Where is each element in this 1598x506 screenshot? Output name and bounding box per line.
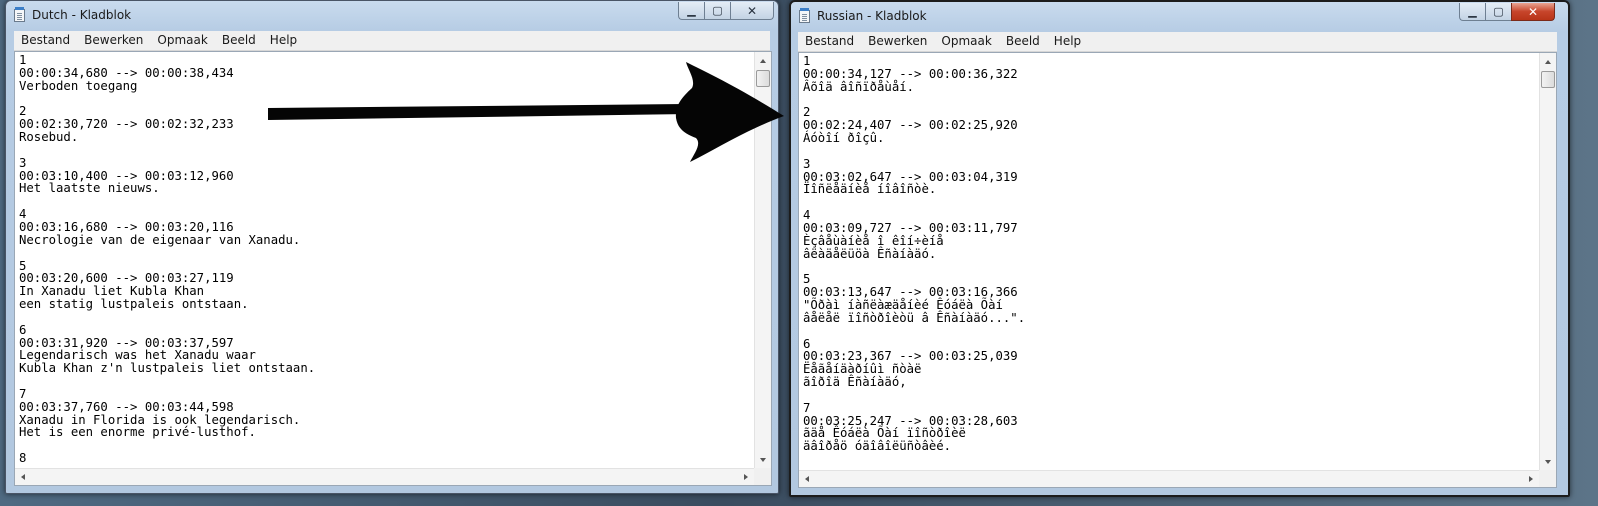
- minimize-icon: ▁: [1468, 5, 1477, 18]
- scroll-right-icon[interactable]: [1529, 476, 1533, 482]
- minimize-button[interactable]: ▁: [1459, 3, 1485, 21]
- menu-beeld[interactable]: Beeld: [215, 31, 263, 50]
- scroll-thumb[interactable]: [1541, 71, 1555, 88]
- notepad-icon: [799, 8, 810, 23]
- horizontal-scrollbar[interactable]: [15, 468, 754, 485]
- scroll-left-icon[interactable]: [805, 476, 809, 482]
- scroll-thumb[interactable]: [756, 70, 770, 87]
- vertical-scrollbar[interactable]: [754, 52, 771, 468]
- close-button[interactable]: ✕: [1511, 3, 1555, 21]
- menu-bestand[interactable]: Bestand: [14, 31, 77, 50]
- scrollbar-corner: [754, 468, 771, 485]
- maximize-button[interactable]: ▢: [704, 2, 730, 20]
- scroll-right-icon[interactable]: [744, 474, 748, 480]
- window-title: Dutch - Kladblok: [32, 8, 132, 22]
- caption-buttons: ▁ ▢ ✕: [678, 2, 774, 21]
- subtitle-text[interactable]: 1 00:00:34,680 --> 00:00:38,434 Verboden…: [15, 52, 771, 465]
- close-icon: ✕: [1527, 4, 1539, 19]
- horizontal-scrollbar[interactable]: [799, 470, 1539, 487]
- scroll-up-icon[interactable]: [1545, 60, 1551, 64]
- menu-help[interactable]: Help: [1047, 32, 1088, 51]
- menu-opmaak[interactable]: Opmaak: [150, 31, 214, 50]
- minimize-icon: ▁: [687, 4, 696, 17]
- text-editor-area[interactable]: 1 00:00:34,127 --> 00:00:36,322 Âõîä âîñ…: [798, 52, 1557, 488]
- notepad-window-dutch[interactable]: Dutch - Kladblok ▁ ▢ ✕ Bestand Bewerken …: [5, 0, 779, 494]
- scroll-down-icon[interactable]: [760, 458, 766, 462]
- maximize-icon: ▢: [712, 4, 723, 17]
- menu-beeld[interactable]: Beeld: [999, 32, 1047, 51]
- scroll-left-icon[interactable]: [21, 474, 25, 480]
- maximize-button[interactable]: ▢: [1485, 3, 1511, 21]
- scrollbar-corner: [1539, 470, 1556, 487]
- menu-opmaak[interactable]: Opmaak: [934, 32, 998, 51]
- window-title: Russian - Kladblok: [817, 9, 927, 23]
- menu-bar: Bestand Bewerken Opmaak Beeld Help: [798, 32, 1557, 52]
- subtitle-text[interactable]: 1 00:00:34,127 --> 00:00:36,322 Âõîä âîñ…: [799, 53, 1556, 453]
- close-button[interactable]: ✕: [730, 2, 774, 20]
- menu-bewerken[interactable]: Bewerken: [77, 31, 150, 50]
- menu-help[interactable]: Help: [263, 31, 304, 50]
- menu-bestand[interactable]: Bestand: [798, 32, 861, 51]
- minimize-button[interactable]: ▁: [678, 2, 704, 20]
- vertical-scrollbar[interactable]: [1539, 53, 1556, 470]
- text-editor-area[interactable]: 1 00:00:34,680 --> 00:00:38,434 Verboden…: [14, 51, 772, 486]
- notepad-icon: [14, 7, 25, 22]
- close-icon: ✕: [746, 3, 758, 18]
- notepad-window-russian[interactable]: Russian - Kladblok ▁ ▢ ✕ Bestand Bewerke…: [789, 0, 1570, 497]
- menu-bar: Bestand Bewerken Opmaak Beeld Help: [14, 31, 770, 51]
- caption-buttons: ▁ ▢ ✕: [1459, 3, 1555, 22]
- title-bar[interactable]: Russian - Kladblok ▁ ▢ ✕: [791, 2, 1568, 30]
- scroll-up-icon[interactable]: [760, 59, 766, 63]
- scroll-down-icon[interactable]: [1545, 460, 1551, 464]
- maximize-icon: ▢: [1493, 5, 1504, 18]
- menu-bewerken[interactable]: Bewerken: [861, 32, 934, 51]
- title-bar[interactable]: Dutch - Kladblok ▁ ▢ ✕: [6, 1, 778, 29]
